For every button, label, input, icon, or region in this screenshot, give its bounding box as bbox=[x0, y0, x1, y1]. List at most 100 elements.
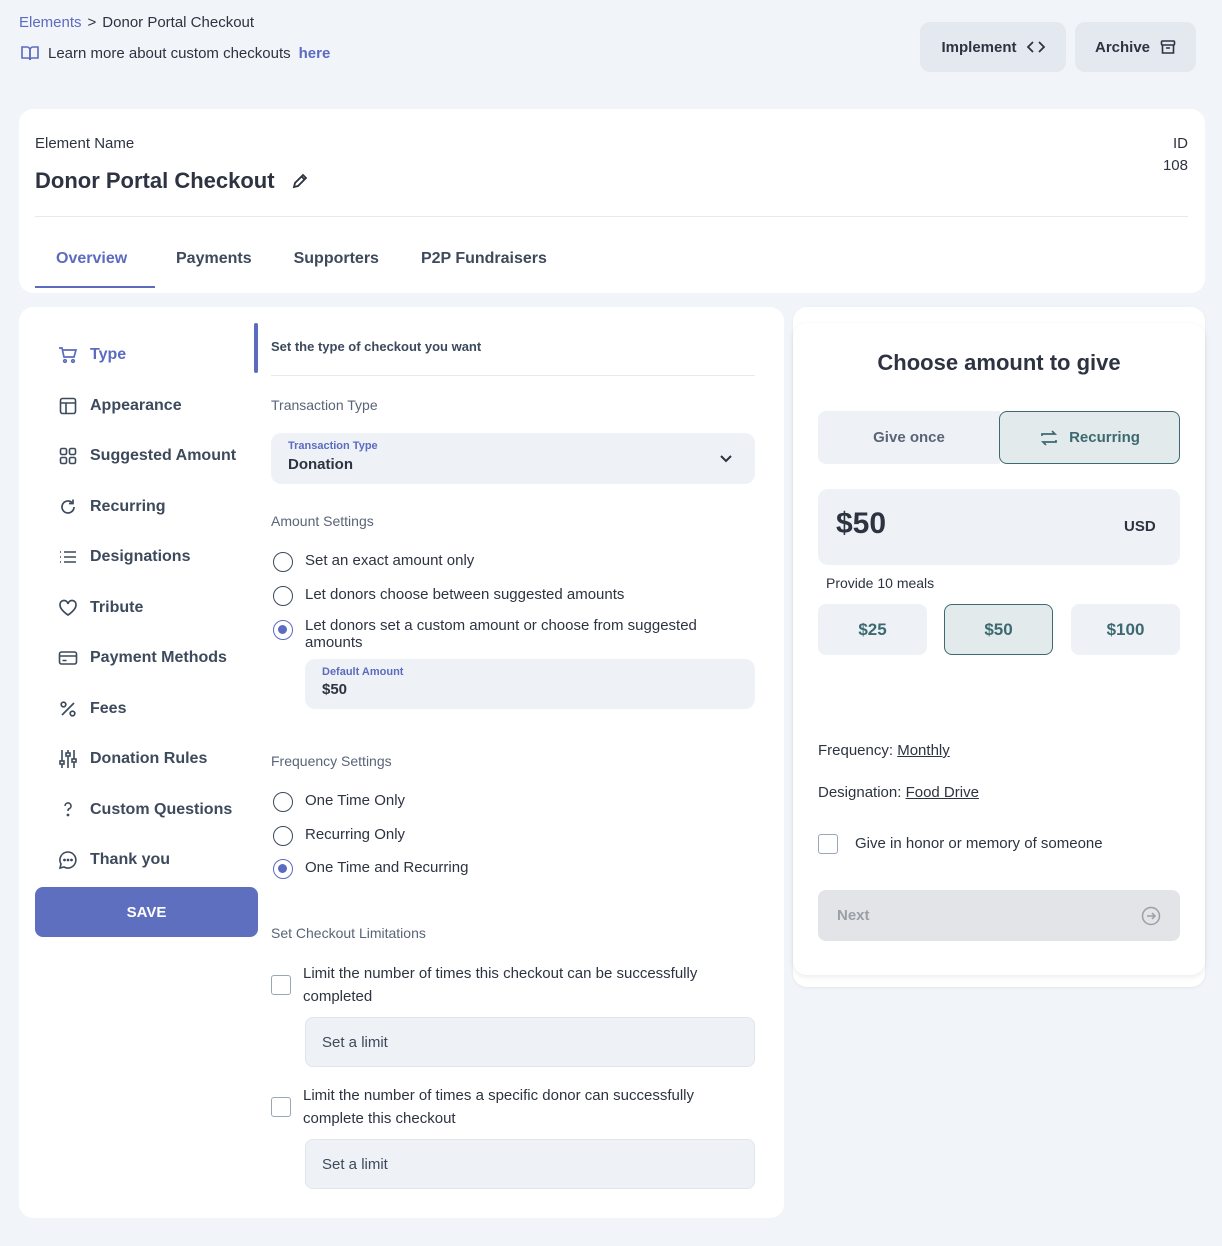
sidebar-item-fees[interactable]: Fees bbox=[58, 684, 258, 735]
currency-label: USD bbox=[1124, 518, 1156, 535]
tab-p2p-fundraisers[interactable]: P2P Fundraisers bbox=[400, 244, 568, 288]
amount-option-suggested[interactable]: Let donors choose between suggested amou… bbox=[273, 586, 624, 606]
amount-value: $50 bbox=[836, 507, 887, 540]
layout-icon bbox=[58, 396, 78, 416]
learn-more: Learn more about custom checkouts here bbox=[20, 44, 330, 62]
frequency-link[interactable]: Monthly bbox=[897, 742, 950, 759]
checkbox[interactable] bbox=[818, 834, 838, 854]
code-icon bbox=[1026, 40, 1045, 54]
frequency-option-recurring[interactable]: Recurring Only bbox=[273, 826, 405, 846]
frequency-settings-heading: Frequency Settings bbox=[271, 753, 392, 769]
give-once-toggle[interactable]: Give once bbox=[818, 411, 1000, 464]
amount-settings-heading: Amount Settings bbox=[271, 513, 374, 529]
limit-checkout-option[interactable]: Limit the number of times this checkout … bbox=[271, 962, 755, 1008]
checkbox[interactable] bbox=[271, 1097, 291, 1117]
implement-button[interactable]: Implement bbox=[920, 22, 1066, 72]
sidebar-item-designations[interactable]: Designations bbox=[58, 532, 258, 583]
archive-button[interactable]: Archive bbox=[1075, 22, 1196, 72]
preset-amount-50[interactable]: $50 bbox=[944, 604, 1053, 655]
learn-more-link[interactable]: here bbox=[299, 45, 331, 62]
breadcrumb-elements-link[interactable]: Elements bbox=[19, 14, 82, 31]
save-button[interactable]: SAVE bbox=[35, 887, 258, 937]
checkout-limit-input[interactable]: Set a limit bbox=[305, 1017, 755, 1067]
section-title: Set the type of checkout you want bbox=[271, 339, 482, 354]
checkbox-label: Give in honor or memory of someone bbox=[855, 835, 1103, 852]
sidebar-item-label: Donation Rules bbox=[90, 750, 208, 768]
tab-bar: Overview Payments Supporters P2P Fundrai… bbox=[35, 244, 568, 288]
transaction-type-select-value: Donation bbox=[288, 456, 353, 473]
sidebar-item-tribute[interactable]: Tribute bbox=[58, 583, 258, 634]
next-label: Next bbox=[837, 907, 870, 924]
sidebar-item-appearance[interactable]: Appearance bbox=[58, 381, 258, 432]
radio-label: One Time Only bbox=[305, 792, 406, 809]
checkbox-label: Limit the number of times a specific don… bbox=[303, 1087, 695, 1127]
chat-icon bbox=[58, 850, 78, 870]
percent-icon bbox=[58, 699, 78, 719]
recurring-toggle[interactable]: Recurring bbox=[999, 411, 1180, 464]
radio-button[interactable] bbox=[273, 826, 293, 846]
radio-label: Let donors set a custom amount or choose… bbox=[305, 617, 697, 651]
frequency-info: Frequency: Monthly bbox=[818, 742, 950, 759]
pencil-icon[interactable] bbox=[291, 172, 309, 190]
id-label: ID bbox=[1173, 135, 1188, 152]
radio-button[interactable] bbox=[273, 620, 293, 640]
transaction-type-select[interactable]: Transaction Type Donation bbox=[271, 433, 755, 484]
designation-label: Designation: bbox=[818, 784, 902, 801]
checkbox-label: Limit the number of times this checkout … bbox=[303, 965, 698, 1005]
radio-button[interactable] bbox=[273, 792, 293, 812]
element-name: Donor Portal Checkout bbox=[35, 168, 275, 193]
tab-supporters[interactable]: Supporters bbox=[273, 244, 400, 288]
refresh-icon bbox=[58, 497, 78, 517]
frequency-option-one-time[interactable]: One Time Only bbox=[273, 792, 405, 812]
sidebar-item-suggested-amount[interactable]: Suggested Amount bbox=[58, 431, 258, 482]
tab-overview[interactable]: Overview bbox=[35, 244, 155, 288]
book-icon bbox=[20, 44, 40, 62]
id-value: 108 bbox=[1162, 157, 1188, 174]
preset-amount-100[interactable]: $100 bbox=[1071, 604, 1180, 655]
sidebar-item-label: Appearance bbox=[90, 396, 182, 414]
next-button[interactable]: Next bbox=[818, 890, 1180, 941]
give-once-label: Give once bbox=[873, 429, 945, 446]
amount-option-exact[interactable]: Set an exact amount only bbox=[273, 552, 474, 572]
element-name-label: Element Name bbox=[35, 135, 135, 152]
donor-limit-input[interactable]: Set a limit bbox=[305, 1139, 755, 1189]
radio-label: One Time and Recurring bbox=[305, 859, 469, 876]
frequency-option-both[interactable]: One Time and Recurring bbox=[273, 859, 468, 879]
sidebar-item-donation-rules[interactable]: Donation Rules bbox=[58, 734, 258, 785]
sidebar-item-label: Fees bbox=[90, 699, 127, 717]
preset-amount-25[interactable]: $25 bbox=[818, 604, 927, 655]
checkbox[interactable] bbox=[271, 975, 291, 995]
sidebar-item-label: Suggested Amount bbox=[90, 447, 237, 465]
default-amount-value: $50 bbox=[322, 681, 348, 698]
breadcrumb-separator: > bbox=[87, 14, 97, 31]
designation-info: Designation: Food Drive bbox=[818, 784, 979, 801]
transaction-type-select-label: Transaction Type bbox=[288, 440, 378, 452]
radio-button[interactable] bbox=[273, 859, 293, 879]
radio-button[interactable] bbox=[273, 552, 293, 572]
frequency-label: Frequency: bbox=[818, 742, 894, 759]
radio-label: Set an exact amount only bbox=[305, 552, 475, 569]
grid-icon bbox=[58, 446, 78, 466]
sidebar-item-label: Recurring bbox=[90, 497, 166, 515]
amount-option-custom[interactable]: Let donors set a custom amount or choose… bbox=[273, 617, 753, 651]
chevron-down-icon bbox=[719, 451, 733, 465]
arrow-right-circle-icon bbox=[1141, 906, 1161, 926]
sidebar-item-type[interactable]: Type bbox=[58, 330, 258, 381]
sidebar-item-label: Payment Methods bbox=[90, 649, 227, 667]
sidebar-item-custom-questions[interactable]: Custom Questions bbox=[58, 785, 258, 836]
radio-button[interactable] bbox=[273, 586, 293, 606]
tribute-option[interactable]: Give in honor or memory of someone bbox=[818, 834, 1103, 854]
archive-label: Archive bbox=[1094, 38, 1151, 56]
implement-label: Implement bbox=[941, 38, 1017, 56]
transaction-type-heading: Transaction Type bbox=[271, 397, 378, 413]
tab-payments[interactable]: Payments bbox=[155, 244, 273, 288]
designation-link[interactable]: Food Drive bbox=[906, 784, 979, 801]
limit-donor-option[interactable]: Limit the number of times a specific don… bbox=[271, 1084, 755, 1130]
heart-icon bbox=[58, 598, 78, 618]
default-amount-field[interactable]: Default Amount $50 bbox=[305, 659, 755, 709]
sidebar-item-thank-you[interactable]: Thank you bbox=[58, 835, 258, 886]
sidebar-item-label: Designations bbox=[90, 548, 191, 566]
sidebar-item-payment-methods[interactable]: Payment Methods bbox=[58, 633, 258, 684]
section-divider bbox=[271, 375, 755, 376]
sidebar-item-recurring[interactable]: Recurring bbox=[58, 482, 258, 533]
